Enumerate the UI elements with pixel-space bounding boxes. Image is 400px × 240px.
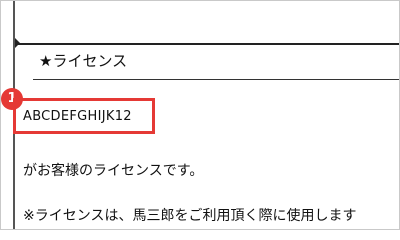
license-heading: ★ライセンス	[39, 52, 128, 70]
heading-divider	[33, 79, 399, 80]
document-frame: ★ライセンス 1 ABCDEFGHIJK12 がお客様のライセンスです。 ※ライ…	[0, 0, 400, 230]
license-description: がお客様のライセンスです。	[23, 163, 204, 179]
top-divider	[17, 43, 399, 45]
license-note: ※ライセンスは、馬三郎をご利用頂く際に使用します	[23, 208, 357, 224]
license-key-text[interactable]: ABCDEFGHIJK12	[23, 108, 132, 126]
